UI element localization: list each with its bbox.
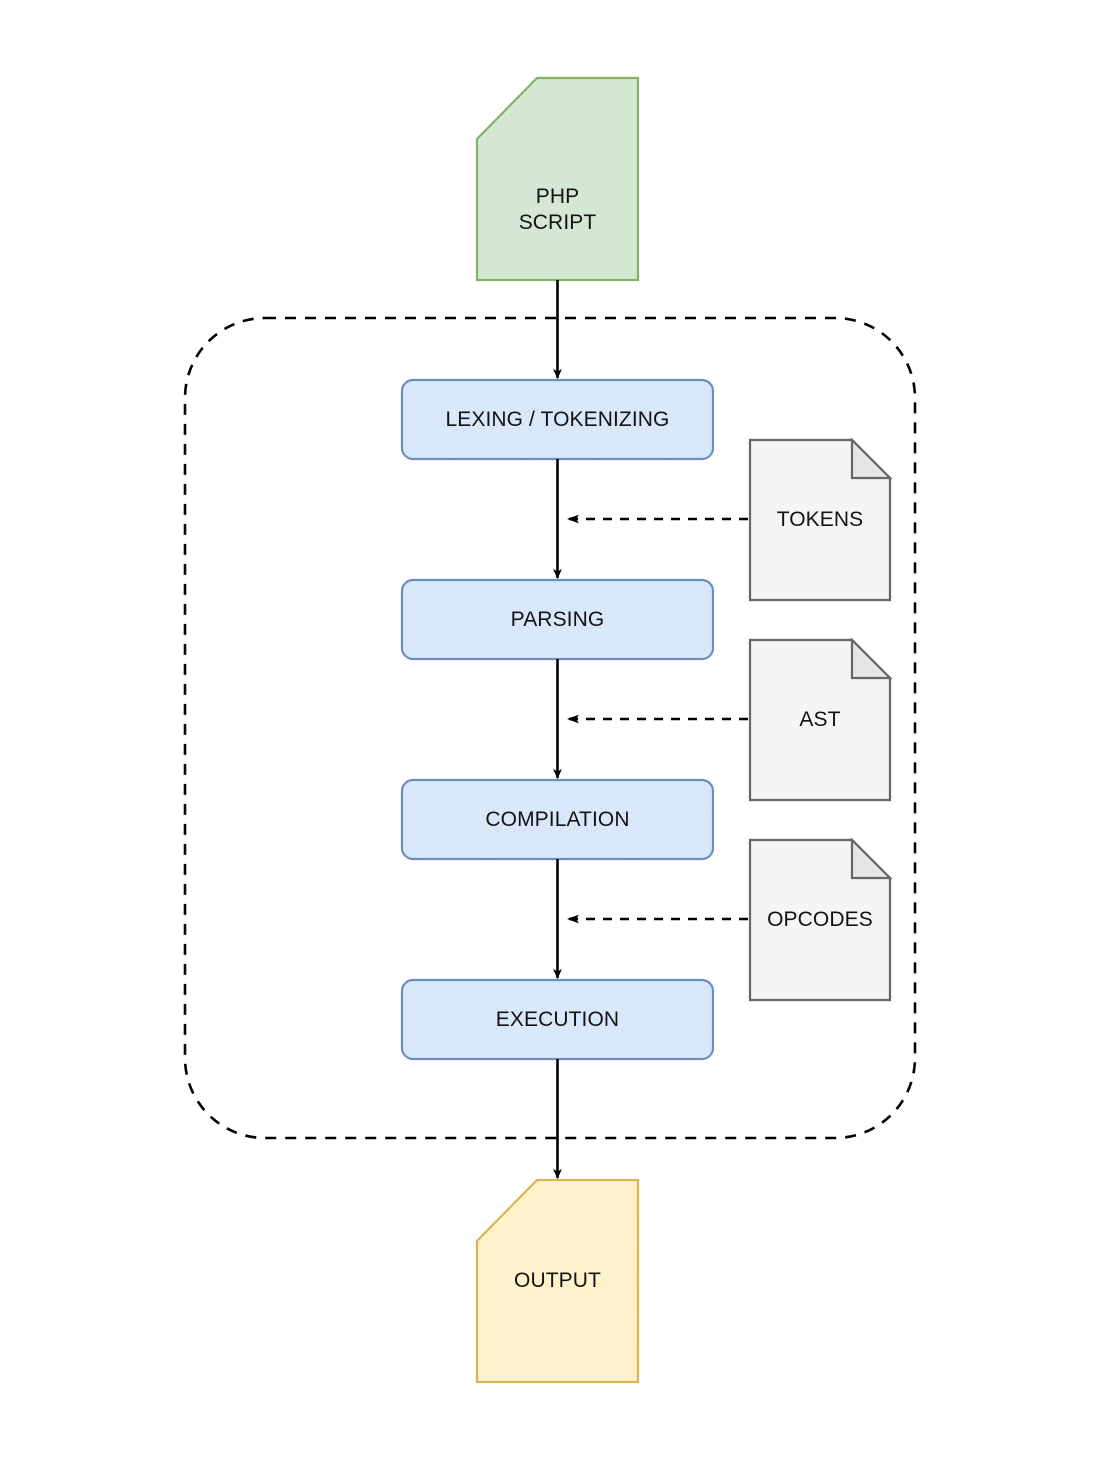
note-shape-ast <box>748 637 893 802</box>
stage-box-compilation[interactable] <box>400 778 715 861</box>
output-shape <box>475 1178 640 1384</box>
note-shape-opcodes <box>748 837 893 1002</box>
php-script-shape <box>475 76 640 282</box>
stage-box-lexing[interactable] <box>400 378 715 461</box>
note-shape-tokens <box>748 437 893 602</box>
diagram-graphics <box>183 76 917 1384</box>
diagram-canvas: PHP SCRIPT LEXING / TOKENIZING PARSING C… <box>0 0 1100 1460</box>
stage-box-parsing[interactable] <box>400 578 715 661</box>
stage-box-execution[interactable] <box>400 978 715 1061</box>
